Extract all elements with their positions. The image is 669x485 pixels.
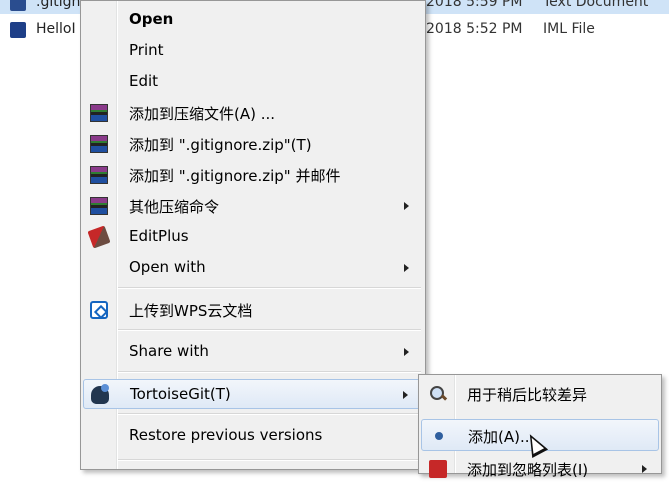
context-menu: Open Print Edit 添加到压缩文件(A) ... 添加到 ".git… xyxy=(80,0,426,470)
menu-item-add-to-zip-email[interactable]: 添加到 ".gitignore.zip" 并邮件 xyxy=(83,160,423,190)
menu-item-upload-wps[interactable]: 上传到WPS云文档 xyxy=(83,295,423,325)
menu-item-other-compress[interactable]: 其他压缩命令 xyxy=(83,191,423,221)
file-date: 2018 5:59 PM xyxy=(426,0,523,10)
menu-item-label: 添加到忽略列表(I) xyxy=(467,461,589,479)
file-type: IML File xyxy=(543,21,595,37)
menu-item-label: TortoiseGit(T) xyxy=(130,385,231,403)
menu-separator xyxy=(118,371,421,373)
menu-item-label: Edit xyxy=(129,72,159,90)
menu-item-print[interactable]: Print xyxy=(83,36,423,66)
magnifier-icon xyxy=(429,385,447,403)
winrar-icon xyxy=(90,197,108,215)
file-name: HelloI xyxy=(36,21,76,37)
menu-item-tortoisegit[interactable]: TortoiseGit(T) xyxy=(83,379,423,409)
editplus-icon xyxy=(87,225,111,249)
menu-item-label: Share with xyxy=(129,342,209,360)
menu-item-label: Print xyxy=(129,41,164,59)
winrar-icon xyxy=(90,135,108,153)
menu-item-open[interactable]: Open xyxy=(83,5,423,35)
submenu-arrow-icon xyxy=(404,264,409,272)
menu-item-label: 添加到压缩文件(A) ... xyxy=(129,105,276,123)
menu-item-label: 上传到WPS云文档 xyxy=(129,302,253,320)
file-date: 2018 5:52 PM xyxy=(426,21,523,37)
menu-item-label: 添加到 ".gitignore.zip"(T) xyxy=(129,136,312,154)
tortoisegit-submenu: 用于稍后比较差异 添加(A)... 添加到忽略列表(I) xyxy=(418,374,662,479)
add-icon xyxy=(435,432,443,440)
menu-separator xyxy=(118,459,421,461)
menu-item-editplus[interactable]: EditPlus xyxy=(83,222,423,252)
submenu-arrow-icon xyxy=(404,348,409,356)
menu-item-label: Open xyxy=(129,10,174,28)
tortoisegit-icon xyxy=(91,384,109,404)
winrar-icon xyxy=(90,166,108,184)
menu-item-label: EditPlus xyxy=(129,227,189,245)
menu-separator xyxy=(118,329,421,331)
menu-item-label: 添加到 ".gitignore.zip" 并邮件 xyxy=(129,167,341,185)
menu-item-share-with[interactable]: Share with xyxy=(83,337,423,367)
menu-item-label: 用于稍后比较差异 xyxy=(467,386,588,404)
submenu-item-diff-later[interactable]: 用于稍后比较差异 xyxy=(421,378,659,410)
submenu-item-add-to-ignore[interactable]: 添加到忽略列表(I) xyxy=(421,453,659,485)
menu-item-add-to-zip[interactable]: 添加到 ".gitignore.zip"(T) xyxy=(83,129,423,159)
file-type: Text Document xyxy=(543,0,649,10)
winrar-icon xyxy=(90,104,108,122)
menu-separator xyxy=(118,413,421,415)
iml-file-icon xyxy=(10,22,26,38)
menu-item-restore-previous[interactable]: Restore previous versions xyxy=(83,421,423,451)
menu-separator xyxy=(118,287,421,289)
ignore-icon xyxy=(429,460,447,478)
submenu-arrow-icon xyxy=(642,465,647,473)
wps-cloud-icon xyxy=(90,301,108,319)
menu-item-add-to-archive[interactable]: 添加到压缩文件(A) ... xyxy=(83,98,423,128)
menu-item-label: Restore previous versions xyxy=(129,426,323,444)
submenu-arrow-icon xyxy=(404,202,409,210)
submenu-arrow-icon xyxy=(403,391,408,399)
menu-item-label: Open with xyxy=(129,258,206,276)
text-file-icon xyxy=(10,0,26,11)
menu-item-open-with[interactable]: Open with xyxy=(83,253,423,283)
menu-item-label: 其他压缩命令 xyxy=(129,198,220,216)
menu-item-edit[interactable]: Edit xyxy=(83,67,423,97)
